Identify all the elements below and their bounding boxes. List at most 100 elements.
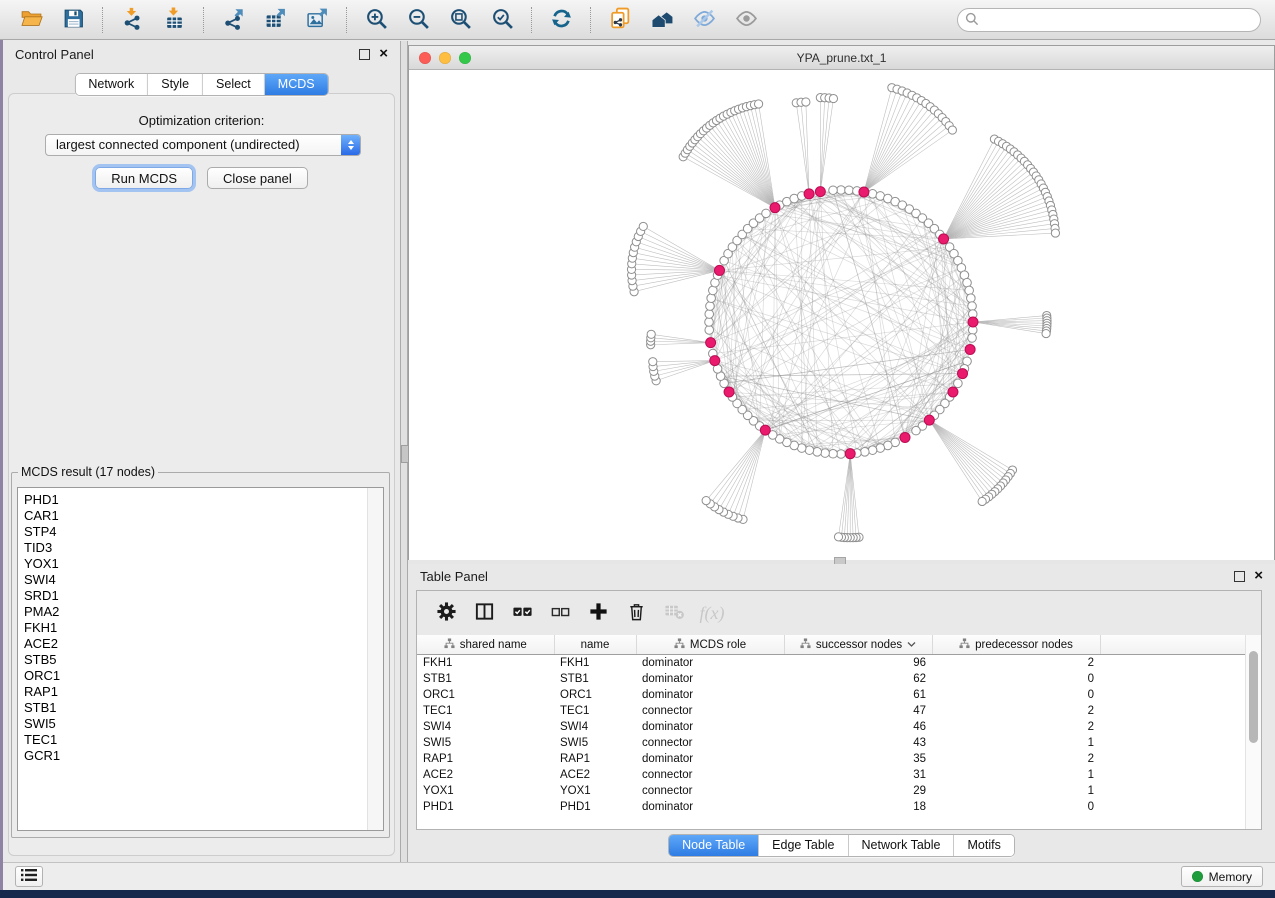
network-node[interactable] <box>813 448 822 457</box>
network-node[interactable] <box>639 222 647 230</box>
vertical-splitter[interactable] <box>400 41 408 862</box>
cell-mcds-role[interactable]: connector <box>636 783 784 799</box>
zoom-in-button[interactable] <box>360 4 392 36</box>
table-row[interactable]: PHD1PHD1dominator180 <box>417 799 1246 815</box>
network-node[interactable] <box>837 186 846 195</box>
cell-predecessor-nodes[interactable]: 0 <box>932 671 1100 687</box>
dominator-node[interactable] <box>770 203 780 213</box>
export-image-button[interactable] <box>301 4 333 36</box>
zoom-out-button[interactable] <box>402 4 434 36</box>
network-node[interactable] <box>860 448 869 457</box>
toggle-panel-layout-button[interactable] <box>469 598 499 628</box>
cell-shared-name[interactable]: STB1 <box>417 671 554 687</box>
network-node[interactable] <box>762 209 771 218</box>
cell-successor-nodes[interactable]: 47 <box>784 703 932 719</box>
network-node[interactable] <box>868 446 877 455</box>
add-column-button[interactable] <box>583 598 613 628</box>
cell-mcds-role[interactable]: connector <box>636 735 784 751</box>
network-node[interactable] <box>968 334 977 343</box>
tab-motifs[interactable]: Motifs <box>953 835 1013 856</box>
cell-name[interactable]: ORC1 <box>554 687 636 703</box>
cell-predecessor-nodes[interactable]: 2 <box>932 655 1100 672</box>
close-panel-button[interactable]: Close panel <box>207 167 308 189</box>
network-node[interactable] <box>706 302 715 311</box>
open-session-button[interactable] <box>15 4 47 36</box>
mcds-result-item[interactable]: STB5 <box>18 652 367 668</box>
cell-shared-name[interactable]: RAP1 <box>417 751 554 767</box>
cell-shared-name[interactable]: YOX1 <box>417 783 554 799</box>
cell-name[interactable]: STB1 <box>554 671 636 687</box>
table-row[interactable]: SWI5SWI5connector431 <box>417 735 1246 751</box>
tab-edge-table[interactable]: Edge Table <box>758 835 847 856</box>
network-node[interactable] <box>705 310 714 319</box>
mcds-result-item[interactable]: CAR1 <box>18 508 367 524</box>
dominator-node[interactable] <box>804 189 814 199</box>
tab-select[interactable]: Select <box>202 74 264 95</box>
mcds-result-item[interactable]: TEC1 <box>18 732 367 748</box>
cell-mcds-role[interactable]: dominator <box>636 655 784 672</box>
zoom-fit-button[interactable] <box>444 4 476 36</box>
dominator-node[interactable] <box>924 415 934 425</box>
mcds-result-item[interactable]: SWI5 <box>18 716 367 732</box>
cell-successor-nodes[interactable]: 46 <box>784 719 932 735</box>
network-node[interactable] <box>829 449 838 458</box>
cell-name[interactable]: SWI5 <box>554 735 636 751</box>
close-panel-icon[interactable]: × <box>1254 571 1263 581</box>
cell-predecessor-nodes[interactable]: 1 <box>932 735 1100 751</box>
show-all-button[interactable] <box>730 4 762 36</box>
cell-shared-name[interactable]: SWI5 <box>417 735 554 751</box>
cell-name[interactable]: FKH1 <box>554 655 636 672</box>
column-header-successor-nodes[interactable]: successor nodes <box>784 635 932 655</box>
dominator-node[interactable] <box>859 187 869 197</box>
network-node[interactable] <box>948 126 956 134</box>
network-node[interactable] <box>705 326 714 335</box>
dominator-node[interactable] <box>948 387 958 397</box>
column-header-shared-name[interactable]: shared name <box>417 635 554 655</box>
show-all-columns-button[interactable] <box>507 598 537 628</box>
network-node[interactable] <box>1051 229 1059 237</box>
cell-name[interactable]: SWI4 <box>554 719 636 735</box>
cell-successor-nodes[interactable]: 35 <box>784 751 932 767</box>
save-session-button[interactable] <box>57 4 89 36</box>
network-node[interactable] <box>647 330 655 338</box>
table-row[interactable]: YOX1YOX1connector291 <box>417 783 1246 799</box>
table-row[interactable]: STB1STB1dominator620 <box>417 671 1246 687</box>
mcds-result-item[interactable]: SWI4 <box>18 572 367 588</box>
network-node[interactable] <box>965 286 974 295</box>
tab-network[interactable]: Network <box>75 74 147 95</box>
cell-mcds-role[interactable]: dominator <box>636 687 784 703</box>
cell-successor-nodes[interactable]: 61 <box>784 687 932 703</box>
mcds-result-item[interactable]: GCR1 <box>18 748 367 764</box>
optimization-select[interactable]: largest connected component (undirected) <box>45 134 361 156</box>
cell-successor-nodes[interactable]: 43 <box>784 735 932 751</box>
table-row[interactable]: ACE2ACE2connector311 <box>417 767 1246 783</box>
cell-shared-name[interactable]: PHD1 <box>417 799 554 815</box>
table-row[interactable]: ORC1ORC1dominator610 <box>417 687 1246 703</box>
mcds-result-item[interactable]: STP4 <box>18 524 367 540</box>
cell-predecessor-nodes[interactable]: 1 <box>932 767 1100 783</box>
column-header-MCDS-role[interactable]: MCDS role <box>636 635 784 655</box>
column-header-predecessor-nodes[interactable]: predecessor nodes <box>932 635 1100 655</box>
search-input[interactable] <box>957 8 1261 32</box>
zoom-selected-button[interactable] <box>486 4 518 36</box>
cell-predecessor-nodes[interactable]: 0 <box>932 687 1100 703</box>
close-panel-icon[interactable]: × <box>379 49 388 59</box>
cell-shared-name[interactable]: SWI4 <box>417 719 554 735</box>
mcds-result-item[interactable]: RAP1 <box>18 684 367 700</box>
tab-style[interactable]: Style <box>147 74 202 95</box>
cell-successor-nodes[interactable]: 62 <box>784 671 932 687</box>
run-mcds-button[interactable]: Run MCDS <box>95 167 193 189</box>
cell-name[interactable]: PHD1 <box>554 799 636 815</box>
tab-mcds[interactable]: MCDS <box>264 74 328 95</box>
cell-mcds-role[interactable]: dominator <box>636 671 784 687</box>
mcds-result-listbox[interactable]: PHD1CAR1STP4TID3YOX1SWI4SRD1PMA2FKH1ACE2… <box>17 487 384 831</box>
dominator-node[interactable] <box>706 338 716 348</box>
table-row[interactable]: TEC1TEC1connector472 <box>417 703 1246 719</box>
network-node[interactable] <box>829 94 837 102</box>
cell-mcds-role[interactable]: connector <box>636 703 784 719</box>
dominator-node[interactable] <box>958 369 968 379</box>
import-table-button[interactable] <box>158 4 190 36</box>
network-node[interactable] <box>707 294 716 303</box>
export-network-button[interactable] <box>217 4 249 36</box>
network-window-titlebar[interactable]: YPA_prune.txt_1 <box>409 46 1274 70</box>
